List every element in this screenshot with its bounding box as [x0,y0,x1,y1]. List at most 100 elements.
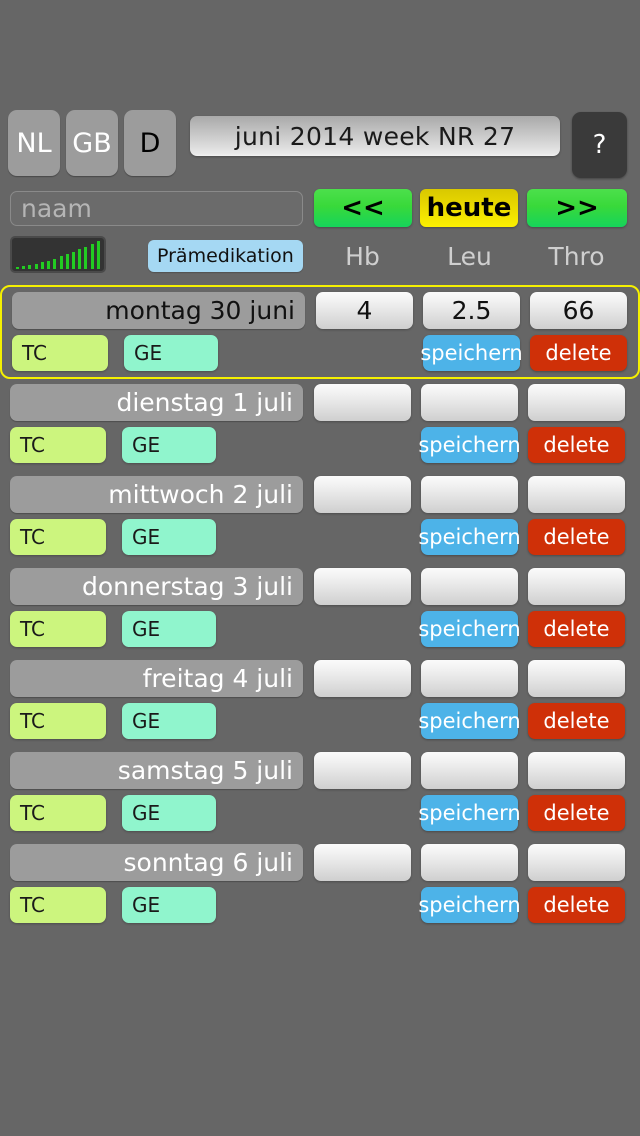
day-row: sonntag 6 juli TC GE speichern delete [0,839,640,931]
hb-value-input[interactable] [314,568,411,605]
leu-value-input[interactable] [421,752,518,789]
next-week-button[interactable]: >> [527,189,627,227]
ge-label: GE [132,525,161,549]
delete-label: delete [543,801,610,825]
today-label: heute [426,193,512,223]
delete-button[interactable]: delete [528,887,625,923]
day-date-label[interactable]: sonntag 6 juli [10,844,303,881]
save-button[interactable]: speichern [418,703,521,739]
premedication-label: Prämedikation [157,245,294,267]
ge-label: GE [132,433,161,457]
thro-value-input[interactable] [528,752,625,789]
tc-button[interactable]: TC [10,427,106,463]
day-date-label[interactable]: montag 30 juni [12,292,305,329]
premedication-button[interactable]: Prämedikation [148,240,303,272]
language-button-gb[interactable]: GB [66,110,118,176]
bar-chart-icon-bar [40,262,44,269]
day-date-label[interactable]: dienstag 1 juli [10,384,303,421]
tc-button[interactable]: TC [10,611,106,647]
save-label: speichern [418,525,521,549]
day-date-label[interactable]: donnerstag 3 juli [10,568,303,605]
tc-button[interactable]: TC [10,703,106,739]
delete-button[interactable]: delete [528,519,625,555]
ge-button[interactable]: GE [122,427,216,463]
save-button[interactable]: speichern [418,427,521,463]
name-input[interactable] [10,191,303,226]
day-row: freitag 4 juli TC GE speichern delete [0,655,640,747]
ge-button[interactable]: GE [122,795,216,831]
bar-chart-icon-bar [78,249,82,269]
bar-chart-icon-bar [28,265,32,269]
bar-chart-icon-bar [34,263,38,269]
thro-value-input[interactable] [528,476,625,513]
save-button[interactable]: speichern [418,795,521,831]
tc-button[interactable]: TC [10,519,106,555]
ge-label: GE [132,709,161,733]
tc-button[interactable]: TC [10,795,106,831]
save-button[interactable]: speichern [420,335,523,371]
save-button[interactable]: speichern [418,611,521,647]
day-date-text: montag 30 juni [105,296,295,325]
leu-value-input[interactable] [421,844,518,881]
day-date-text: freitag 4 juli [142,664,293,693]
help-button[interactable]: ? [572,112,627,178]
thro-value-input[interactable] [528,660,625,697]
today-button[interactable]: heute [420,189,518,227]
column-header-hb: Hb [314,240,411,272]
ge-button[interactable]: GE [124,335,218,371]
leu-value-input[interactable] [421,476,518,513]
ge-label: GE [132,801,161,825]
hb-value-input[interactable] [314,752,411,789]
previous-week-button[interactable]: << [314,189,412,227]
language-button-nl[interactable]: NL [8,110,60,176]
thro-value-input[interactable] [528,568,625,605]
leu-value-input[interactable] [421,660,518,697]
save-label: speichern [418,801,521,825]
column-header-leu-label: Leu [447,241,492,271]
hb-value-input[interactable] [314,476,411,513]
delete-label: delete [545,341,612,365]
ge-button[interactable]: GE [122,519,216,555]
delete-button[interactable]: delete [528,611,625,647]
ge-button[interactable]: GE [122,703,216,739]
bar-chart-icon-bar [59,256,63,269]
delete-button[interactable]: delete [530,335,627,371]
ge-button[interactable]: GE [122,611,216,647]
thro-value-input[interactable] [528,384,625,421]
hb-value-input[interactable] [314,660,411,697]
hb-value-input[interactable] [314,384,411,421]
save-label: speichern [418,709,521,733]
delete-button[interactable]: delete [528,795,625,831]
delete-button[interactable]: delete [528,703,625,739]
ge-label: GE [134,341,163,365]
week-title-bar[interactable]: juni 2014 week NR 27 [190,116,560,156]
tc-button[interactable]: TC [12,335,108,371]
leu-value-input[interactable] [421,568,518,605]
leu-value-input[interactable] [423,292,520,329]
save-label: speichern [418,893,521,917]
column-header-thro-label: Thro [548,241,605,271]
hb-value-input[interactable] [314,844,411,881]
column-header-thro: Thro [528,240,625,272]
day-date-label[interactable]: samstag 5 juli [10,752,303,789]
column-header-hb-label: Hb [345,241,380,271]
app-screen: NL GB D juni 2014 week NR 27 ? << heute … [0,0,640,1136]
ge-button[interactable]: GE [122,887,216,923]
thro-value-input[interactable] [530,292,627,329]
bar-chart-icon[interactable] [10,236,106,273]
thro-value-input[interactable] [528,844,625,881]
save-label: speichern [420,341,523,365]
delete-button[interactable]: delete [528,427,625,463]
delete-label: delete [543,617,610,641]
leu-value-input[interactable] [421,384,518,421]
hb-value-input[interactable] [316,292,413,329]
save-button[interactable]: speichern [418,887,521,923]
ge-label: GE [132,617,161,641]
tc-label: TC [20,617,46,641]
language-button-de[interactable]: D [124,110,176,176]
day-date-label[interactable]: freitag 4 juli [10,660,303,697]
save-button[interactable]: speichern [418,519,521,555]
tc-button[interactable]: TC [10,887,106,923]
day-date-text: sonntag 6 juli [123,848,293,877]
day-date-label[interactable]: mittwoch 2 juli [10,476,303,513]
